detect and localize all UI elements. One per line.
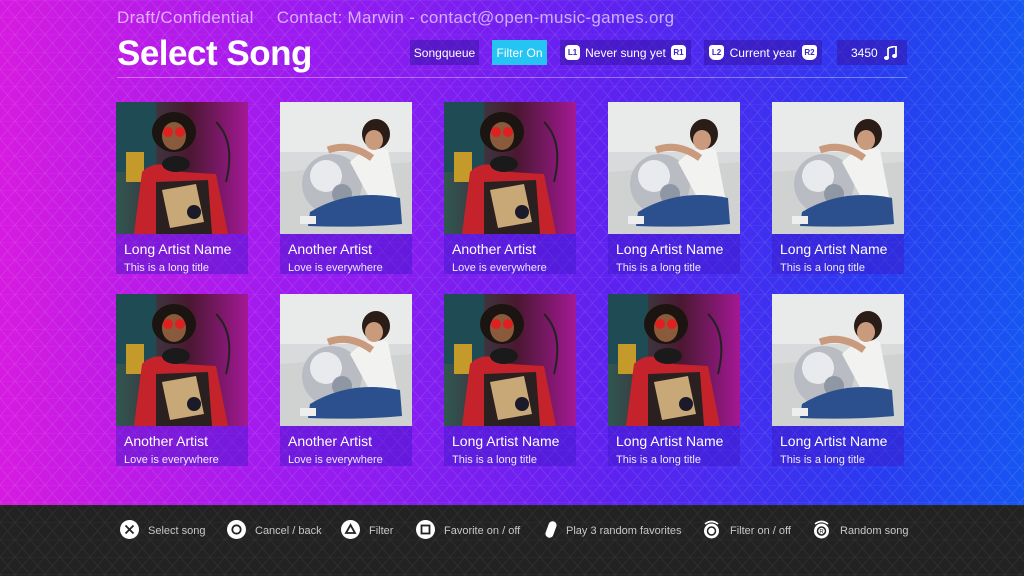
album-cover-image — [444, 294, 576, 426]
song-title: This is a long title — [616, 262, 701, 274]
stick-right-icon: R — [812, 520, 831, 542]
svg-text:R: R — [819, 530, 824, 536]
song-card[interactable]: Long Artist Name This is a long title — [772, 294, 904, 466]
song-artist: Another Artist — [452, 241, 537, 257]
music-note-icon — [884, 45, 897, 60]
album-cover-image — [772, 102, 904, 234]
song-card[interactable]: Another Artist Love is everywhere — [116, 294, 248, 466]
song-info: Long Artist Name This is a long title — [772, 426, 904, 466]
song-card[interactable]: Long Artist Name This is a long title — [608, 102, 740, 274]
stick-left-icon — [702, 520, 721, 542]
song-card[interactable]: Long Artist Name This is a long title — [608, 294, 740, 466]
album-cover-image — [608, 294, 740, 426]
hint-favorite-on-off: Favorite on / off — [416, 520, 520, 542]
r2-button-icon: R2 — [801, 45, 817, 60]
song-info: Long Artist Name This is a long title — [772, 234, 904, 274]
album-cover-image — [116, 102, 248, 234]
song-artist: Another Artist — [288, 241, 373, 257]
song-artist: Another Artist — [288, 433, 373, 449]
song-title: This is a long title — [780, 454, 865, 466]
hint-label: Select song — [148, 525, 206, 537]
song-artist: Another Artist — [124, 433, 209, 449]
song-artist: Long Artist Name — [616, 241, 724, 257]
song-info: Another Artist Love is everywhere — [444, 234, 576, 274]
hint-label: Favorite on / off — [444, 525, 521, 537]
hint-label: Random song — [840, 525, 909, 537]
song-artist: Long Artist Name — [124, 241, 232, 257]
cross-button-icon — [120, 520, 139, 542]
hint-random-song: R Random song — [812, 520, 909, 542]
never-sung-label: Never sung yet — [585, 45, 666, 60]
song-title: Love is everywhere — [452, 262, 547, 274]
hint-play-3-random-favorites: Play 3 random favorites — [545, 520, 682, 542]
song-card[interactable]: Another Artist Love is everywhere — [280, 294, 412, 466]
current-year-label: Current year — [729, 45, 797, 60]
song-info: Long Artist Name This is a long title — [608, 234, 740, 274]
song-title: This is a long title — [616, 454, 701, 466]
l1-button-icon: L1 — [565, 45, 580, 60]
song-title: Love is everywhere — [288, 454, 383, 466]
pill-icon — [545, 520, 557, 542]
album-cover-image — [280, 294, 412, 426]
never-sung-filter[interactable]: L1 Never sung yet R1 — [560, 40, 691, 65]
header-divider — [117, 77, 907, 78]
song-card[interactable]: Long Artist Name This is a long title — [772, 102, 904, 274]
triangle-button-icon — [341, 520, 360, 542]
album-cover-image — [280, 102, 412, 234]
song-count: 3450 — [837, 40, 907, 65]
song-title: This is a long title — [124, 262, 209, 274]
song-info: Long Artist Name This is a long title — [444, 426, 576, 466]
song-artist: Long Artist Name — [616, 433, 724, 449]
song-title: This is a long title — [780, 262, 865, 274]
current-year-filter[interactable]: L2 Current year R2 — [704, 40, 822, 65]
song-info: Another Artist Love is everywhere — [116, 426, 248, 466]
hint-filter: Filter — [341, 520, 393, 542]
l2-button-icon: L2 — [709, 45, 724, 60]
album-cover-image — [444, 102, 576, 234]
page-title: Select Song — [117, 34, 312, 73]
song-card[interactable]: Another Artist Love is everywhere — [444, 102, 576, 274]
filter-label: Filter On — [496, 45, 543, 60]
header-info: Draft/Confidential Contact: Marwin - con… — [117, 8, 692, 28]
hint-label: Play 3 random favorites — [566, 525, 682, 537]
album-cover-image — [608, 102, 740, 234]
square-button-icon — [416, 520, 435, 542]
song-title: Love is everywhere — [124, 454, 219, 466]
song-info: Long Artist Name This is a long title — [608, 426, 740, 466]
song-info: Long Artist Name This is a long title — [116, 234, 248, 274]
songqueue-label: Songqueue — [413, 45, 476, 60]
album-cover-image — [772, 294, 904, 426]
album-cover-image — [116, 294, 248, 426]
song-title: This is a long title — [452, 454, 537, 466]
hint-filter-on-off: Filter on / off — [702, 520, 791, 542]
songqueue-button[interactable]: Songqueue — [410, 40, 479, 65]
song-card[interactable]: Another Artist Love is everywhere — [280, 102, 412, 274]
hint-label: Cancel / back — [255, 525, 322, 537]
contact-label: Contact: Marwin - contact@open-music-gam… — [276, 8, 675, 27]
song-card[interactable]: Long Artist Name This is a long title — [116, 102, 248, 274]
song-info: Another Artist Love is everywhere — [280, 426, 412, 466]
song-title: Love is everywhere — [288, 262, 383, 274]
filter-button[interactable]: Filter On — [492, 40, 547, 65]
hint-cancel-back: Cancel / back — [227, 520, 322, 542]
hint-label: Filter — [369, 525, 394, 537]
song-artist: Long Artist Name — [780, 433, 888, 449]
song-artist: Long Artist Name — [780, 241, 888, 257]
song-info: Another Artist Love is everywhere — [280, 234, 412, 274]
song-count-value: 3450 — [851, 45, 878, 60]
circle-button-icon — [227, 520, 246, 542]
song-artist: Long Artist Name — [452, 433, 560, 449]
hint-label: Filter on / off — [730, 525, 791, 537]
song-card[interactable]: Long Artist Name This is a long title — [444, 294, 576, 466]
draft-label: Draft/Confidential — [117, 8, 254, 27]
controller-hints: Select song Cancel / back Filter Favorite o… — [0, 505, 1024, 576]
hint-select-song: Select song — [120, 520, 205, 542]
r1-button-icon: R1 — [671, 45, 686, 60]
